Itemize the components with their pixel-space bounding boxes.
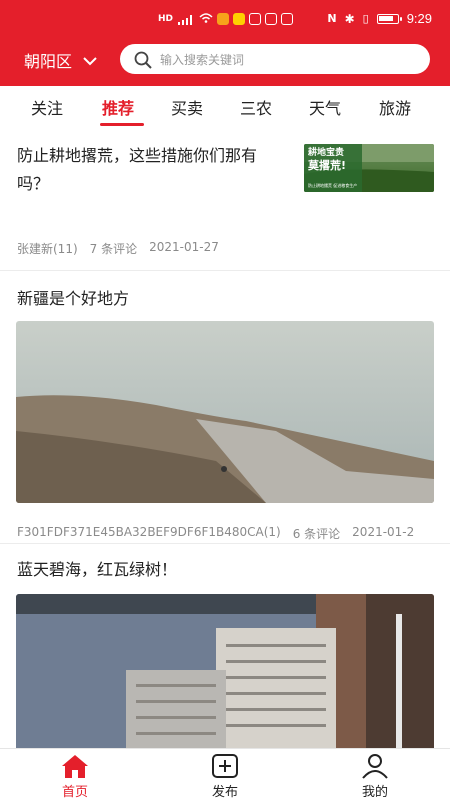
add-post-icon <box>210 753 240 779</box>
post-meta: F301FDF371E45BA32BEF9DF6F1B480CA(1) 6 条评… <box>17 525 414 542</box>
hd-badge: HD <box>158 14 174 24</box>
post-comments: 6 条评论 <box>292 527 341 541</box>
search-icon <box>134 51 152 69</box>
category-tabs: 关注 推荐 买卖 三农 天气 旅游 <box>0 86 450 129</box>
search-input[interactable]: 输入搜索关键词 <box>120 44 430 74</box>
nav-profile[interactable]: 我的 <box>330 751 420 800</box>
tab-follow[interactable]: 关注 <box>31 95 63 119</box>
app-header: HD N ✱ ▯ 9:29 朝阳区 输入搜索关键词 <box>0 0 450 86</box>
bluetooth-icon: ✱ <box>344 11 355 26</box>
status-bar: HD N ✱ ▯ 9:29 <box>0 0 450 40</box>
chevron-down-icon <box>82 51 98 70</box>
feed-item[interactable]: 新疆是个好地方 F301FDF371E45BA32BEF9DF6F1B480CA… <box>0 271 450 544</box>
nav-publish[interactable]: 发布 <box>180 751 270 800</box>
app-icon-mail <box>281 13 294 25</box>
post-meta: 张建新(11) 7 条评论 2021-01-27 <box>17 240 219 257</box>
tab-recommend[interactable]: 推荐 <box>102 95 134 119</box>
location-selector[interactable]: 朝阳区 <box>24 48 98 72</box>
thumb-caption-1: 耕地宝贵 <box>308 148 345 158</box>
post-comments: 7 条评论 <box>89 242 138 256</box>
post-image <box>16 321 434 503</box>
active-tab-indicator <box>100 123 144 126</box>
app-icon-circle <box>265 13 278 25</box>
nav-publish-label: 发布 <box>211 785 238 800</box>
app-icon-meituan <box>233 13 246 25</box>
nav-home[interactable]: 首页 <box>30 751 120 800</box>
feed-item[interactable]: 防止耕地撂荒，这些措施你们那有吗？ 耕地宝贵 莫撂荒! 防止耕地撂荒 促进粮食生… <box>0 128 450 271</box>
app-icon-play <box>217 13 230 25</box>
app-icon-toutiao <box>249 13 262 25</box>
home-icon <box>60 753 90 779</box>
feed-item[interactable]: 蓝天碧海，红瓦绿树！ <box>0 544 450 748</box>
battery-icon <box>376 13 402 24</box>
thumb-caption-2: 莫撂荒! <box>308 159 347 172</box>
status-left-icons: HD <box>158 12 294 26</box>
wifi-icon <box>199 12 213 26</box>
post-title: 防止耕地撂荒，这些措施你们那有吗？ <box>17 146 258 193</box>
nfc-icon: N <box>327 12 337 25</box>
post-author: F301FDF371E45BA32BEF9DF6F1B480CA(1) <box>17 525 281 539</box>
tab-agriculture[interactable]: 三农 <box>240 95 272 119</box>
location-label: 朝阳区 <box>24 52 73 71</box>
user-icon <box>360 753 390 779</box>
post-author: 张建新(11) <box>17 242 78 256</box>
post-title: 蓝天碧海，红瓦绿树！ <box>17 560 178 579</box>
vibrate-icon: ▯ <box>362 12 369 25</box>
nav-profile-label: 我的 <box>361 785 388 800</box>
news-feed: 防止耕地撂荒，这些措施你们那有吗？ 耕地宝贵 莫撂荒! 防止耕地撂荒 促进粮食生… <box>0 128 450 748</box>
thumb-caption-footer: 防止耕地撂荒 促进粮食生产 <box>308 183 358 188</box>
bottom-navigation: 首页 发布 我的 <box>0 748 450 801</box>
post-thumbnail: 耕地宝贵 莫撂荒! 防止耕地撂荒 促进粮食生产 <box>304 144 434 192</box>
post-date: 2021-01-27 <box>149 240 219 254</box>
status-right-icons: N ✱ ▯ 9:29 <box>327 11 432 26</box>
search-placeholder: 输入搜索关键词 <box>160 52 245 67</box>
tab-trade[interactable]: 买卖 <box>171 95 203 119</box>
signal-icon <box>177 14 195 25</box>
tab-travel[interactable]: 旅游 <box>379 95 411 119</box>
post-title: 新疆是个好地方 <box>17 289 130 308</box>
nav-home-label: 首页 <box>61 785 88 800</box>
post-date: 2021-01-2 <box>352 525 415 539</box>
tab-weather[interactable]: 天气 <box>309 95 341 119</box>
post-image <box>16 594 434 748</box>
clock: 9:29 <box>406 11 432 26</box>
